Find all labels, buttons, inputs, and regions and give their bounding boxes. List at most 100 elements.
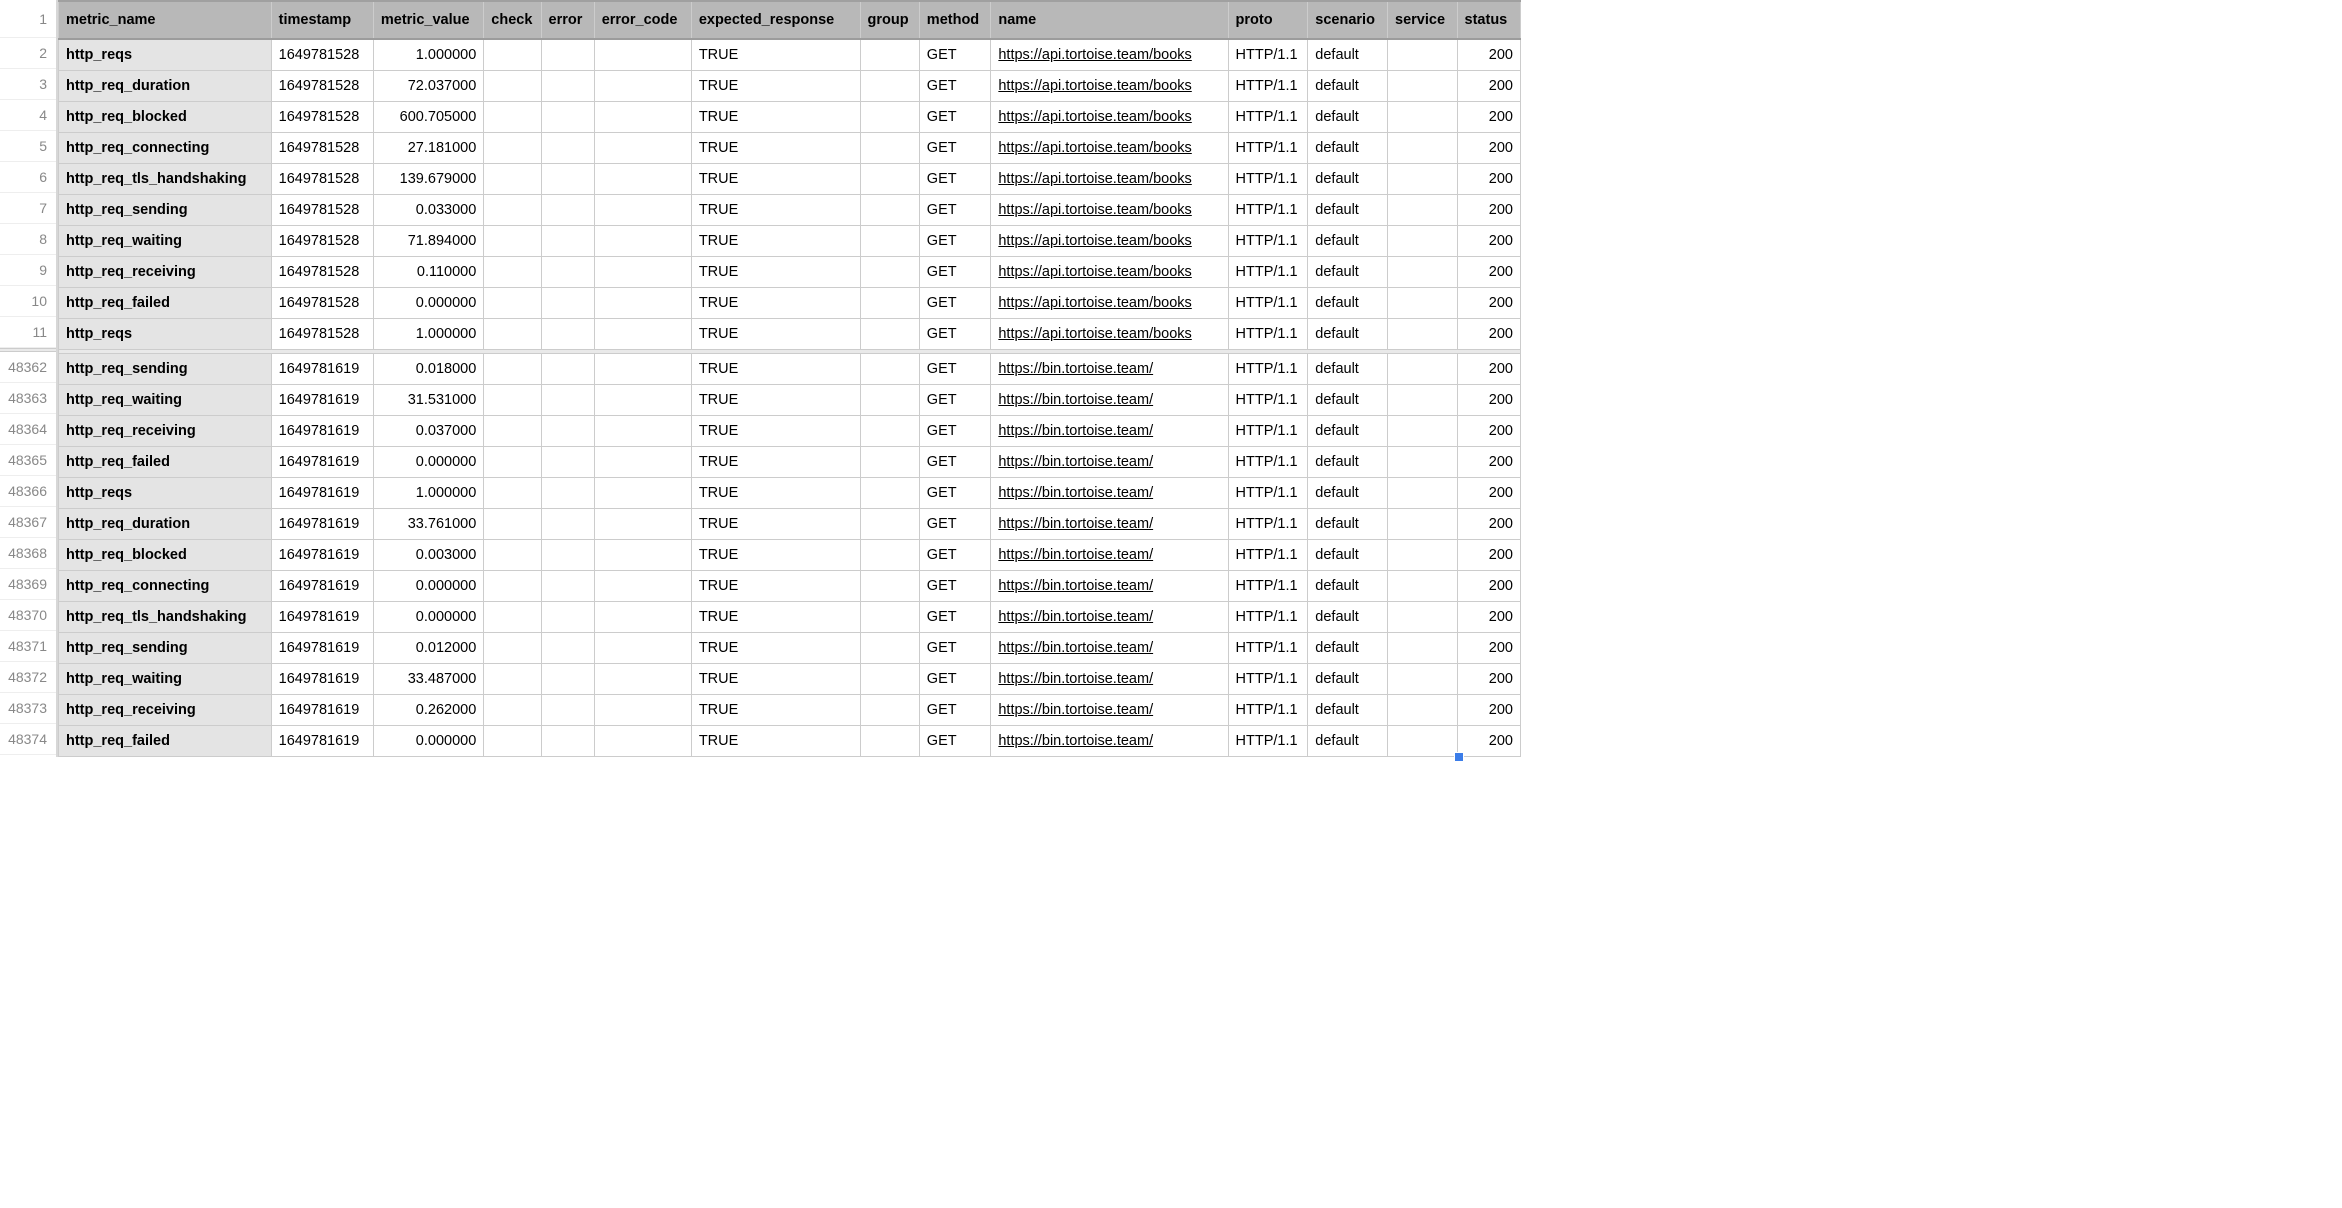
cell-scenario[interactable]: default <box>1308 194 1388 225</box>
cell-metric_name[interactable]: http_req_waiting <box>59 225 272 256</box>
cell-group[interactable] <box>860 225 919 256</box>
cell-group[interactable] <box>860 446 919 477</box>
cell-check[interactable] <box>484 725 541 756</box>
cell-expected_response[interactable]: TRUE <box>691 194 860 225</box>
cell-timestamp[interactable]: 1649781619 <box>271 353 373 384</box>
cell-method[interactable]: GET <box>919 539 991 570</box>
row-number[interactable]: 1 <box>0 0 56 38</box>
cell-proto[interactable]: HTTP/1.1 <box>1228 70 1308 101</box>
cell-error_code[interactable] <box>594 194 691 225</box>
cell-error_code[interactable] <box>594 225 691 256</box>
cell-metric_value[interactable]: 600.705000 <box>373 101 483 132</box>
cell-expected_response[interactable]: TRUE <box>691 477 860 508</box>
cell-check[interactable] <box>484 570 541 601</box>
cell-metric_name[interactable]: http_req_failed <box>59 287 272 318</box>
cell-method[interactable]: GET <box>919 508 991 539</box>
cell-error[interactable] <box>541 539 594 570</box>
col-group[interactable]: group <box>860 1 919 39</box>
cell-error[interactable] <box>541 446 594 477</box>
cell-group[interactable] <box>860 70 919 101</box>
cell-metric_value[interactable]: 0.000000 <box>373 287 483 318</box>
cell-scenario[interactable]: default <box>1308 70 1388 101</box>
cell-error[interactable] <box>541 353 594 384</box>
cell-group[interactable] <box>860 632 919 663</box>
cell-expected_response[interactable]: TRUE <box>691 225 860 256</box>
cell-service[interactable] <box>1388 132 1458 163</box>
col-service[interactable]: service <box>1388 1 1458 39</box>
cell-metric_name[interactable]: http_req_receiving <box>59 415 272 446</box>
cell-metric_value[interactable]: 0.000000 <box>373 570 483 601</box>
cell-check[interactable] <box>484 70 541 101</box>
cell-timestamp[interactable]: 1649781528 <box>271 70 373 101</box>
col-metric_value[interactable]: metric_value <box>373 1 483 39</box>
row-number[interactable]: 48365 <box>0 445 56 476</box>
row-number[interactable]: 10 <box>0 286 56 317</box>
row-number[interactable]: 48374 <box>0 724 56 755</box>
row-number[interactable]: 48362 <box>0 352 56 383</box>
cell-service[interactable] <box>1388 539 1458 570</box>
cell-scenario[interactable]: default <box>1308 508 1388 539</box>
cell-expected_response[interactable]: TRUE <box>691 446 860 477</box>
cell-expected_response[interactable]: TRUE <box>691 353 860 384</box>
cell-error_code[interactable] <box>594 508 691 539</box>
cell-metric_name[interactable]: http_req_blocked <box>59 539 272 570</box>
selection-handle-icon[interactable] <box>1455 753 1463 761</box>
cell-error_code[interactable] <box>594 415 691 446</box>
cell-expected_response[interactable]: TRUE <box>691 256 860 287</box>
cell-method[interactable]: GET <box>919 70 991 101</box>
cell-method[interactable]: GET <box>919 601 991 632</box>
row-number[interactable]: 3 <box>0 69 56 100</box>
cell-metric_value[interactable]: 31.531000 <box>373 384 483 415</box>
cell-scenario[interactable]: default <box>1308 132 1388 163</box>
cell-name[interactable]: https://bin.tortoise.team/ <box>991 663 1228 694</box>
cell-check[interactable] <box>484 225 541 256</box>
cell-group[interactable] <box>860 601 919 632</box>
cell-method[interactable]: GET <box>919 256 991 287</box>
cell-group[interactable] <box>860 725 919 756</box>
cell-error_code[interactable] <box>594 694 691 725</box>
cell-proto[interactable]: HTTP/1.1 <box>1228 101 1308 132</box>
cell-method[interactable]: GET <box>919 570 991 601</box>
cell-error[interactable] <box>541 256 594 287</box>
cell-name[interactable]: https://bin.tortoise.team/ <box>991 384 1228 415</box>
cell-error_code[interactable] <box>594 353 691 384</box>
cell-proto[interactable]: HTTP/1.1 <box>1228 132 1308 163</box>
cell-status[interactable]: 200 <box>1457 663 1520 694</box>
cell-error[interactable] <box>541 694 594 725</box>
cell-error_code[interactable] <box>594 601 691 632</box>
cell-metric_name[interactable]: http_req_connecting <box>59 132 272 163</box>
cell-check[interactable] <box>484 632 541 663</box>
cell-status[interactable]: 200 <box>1457 477 1520 508</box>
cell-timestamp[interactable]: 1649781619 <box>271 694 373 725</box>
cell-status[interactable]: 200 <box>1457 539 1520 570</box>
cell-error[interactable] <box>541 508 594 539</box>
cell-name[interactable]: https://bin.tortoise.team/ <box>991 415 1228 446</box>
cell-error_code[interactable] <box>594 318 691 349</box>
cell-timestamp[interactable]: 1649781528 <box>271 225 373 256</box>
row-number[interactable]: 2 <box>0 38 56 69</box>
cell-name[interactable]: https://api.tortoise.team/books <box>991 101 1228 132</box>
cell-scenario[interactable]: default <box>1308 570 1388 601</box>
cell-group[interactable] <box>860 132 919 163</box>
cell-scenario[interactable]: default <box>1308 101 1388 132</box>
row-number[interactable]: 4 <box>0 100 56 131</box>
cell-status[interactable]: 200 <box>1457 163 1520 194</box>
cell-expected_response[interactable]: TRUE <box>691 725 860 756</box>
cell-proto[interactable]: HTTP/1.1 <box>1228 570 1308 601</box>
cell-proto[interactable]: HTTP/1.1 <box>1228 256 1308 287</box>
cell-scenario[interactable]: default <box>1308 287 1388 318</box>
cell-name[interactable]: https://bin.tortoise.team/ <box>991 601 1228 632</box>
cell-proto[interactable]: HTTP/1.1 <box>1228 225 1308 256</box>
cell-metric_name[interactable]: http_req_duration <box>59 70 272 101</box>
cell-proto[interactable]: HTTP/1.1 <box>1228 194 1308 225</box>
cell-expected_response[interactable]: TRUE <box>691 70 860 101</box>
cell-status[interactable]: 200 <box>1457 446 1520 477</box>
cell-timestamp[interactable]: 1649781619 <box>271 632 373 663</box>
cell-expected_response[interactable]: TRUE <box>691 601 860 632</box>
cell-timestamp[interactable]: 1649781619 <box>271 415 373 446</box>
cell-error[interactable] <box>541 601 594 632</box>
cell-group[interactable] <box>860 694 919 725</box>
cell-group[interactable] <box>860 256 919 287</box>
cell-check[interactable] <box>484 256 541 287</box>
cell-method[interactable]: GET <box>919 725 991 756</box>
